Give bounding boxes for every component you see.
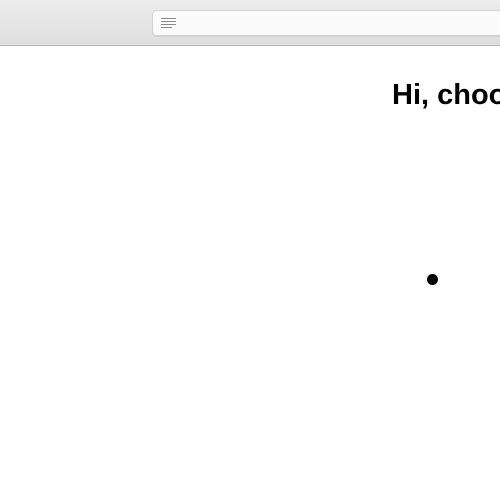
- page-content: Hi, choo: [0, 47, 500, 500]
- bullet-dot: [427, 274, 438, 285]
- address-bar[interactable]: [152, 10, 500, 36]
- browser-window: Hi, choo: [0, 0, 500, 500]
- browser-toolbar: [0, 0, 500, 46]
- reader-mode-icon[interactable]: [161, 18, 176, 29]
- page-greeting: Hi, choo: [392, 79, 500, 111]
